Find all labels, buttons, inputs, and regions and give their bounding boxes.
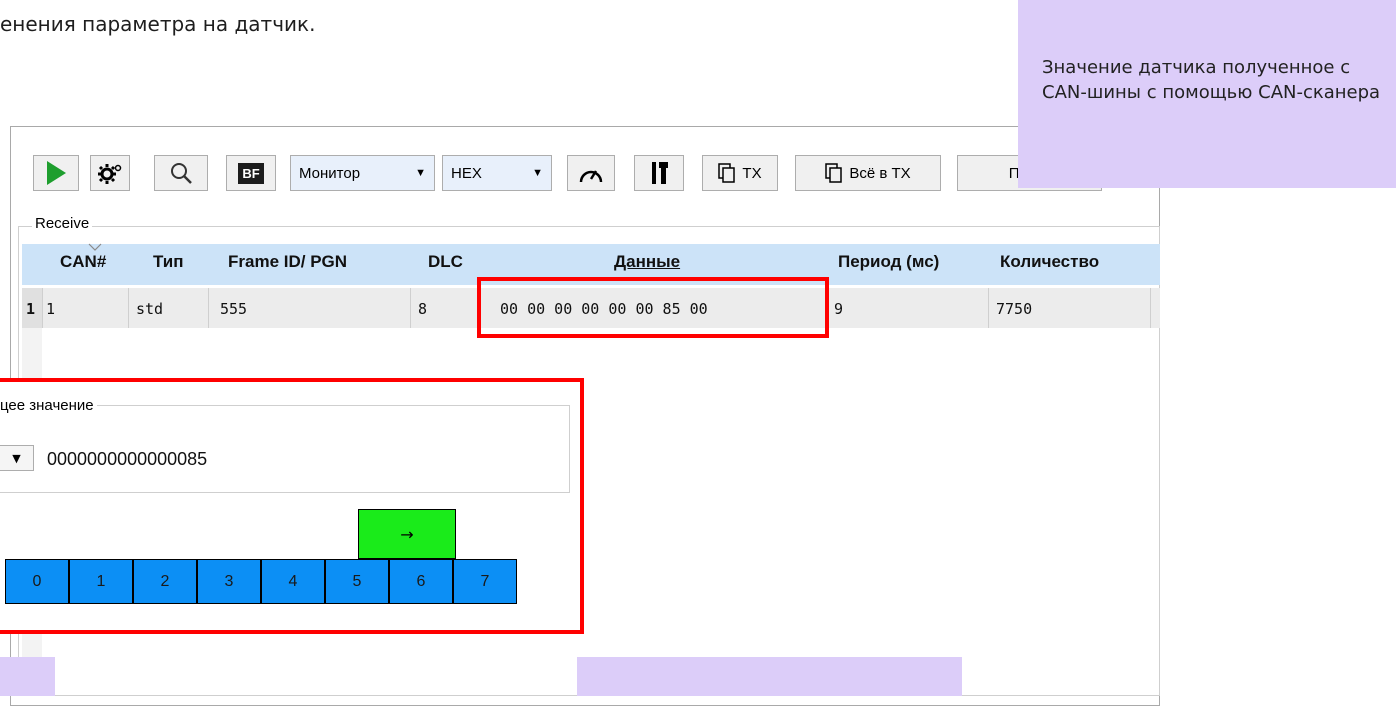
bf-icon: BF (238, 162, 264, 184)
format-select[interactable]: HEX ▼ (442, 155, 552, 191)
mode-select[interactable]: Монитор ▼ (290, 155, 435, 191)
callout-bottom-left (0, 657, 55, 696)
tx-label: TX (742, 164, 762, 182)
callout-bottom-center (577, 657, 962, 696)
bitfield-button[interactable]: BF (226, 155, 276, 191)
current-value-highlight (0, 378, 584, 634)
chevron-down-icon: ▼ (415, 167, 426, 179)
all-to-tx-button[interactable]: Всё в TX (795, 155, 941, 191)
col-header-dlc[interactable]: DLC (428, 252, 463, 272)
cell-count[interactable]: 7750 (996, 300, 1032, 318)
speedometer-icon (579, 170, 603, 183)
magnifier-icon (171, 163, 192, 184)
data-highlight (477, 277, 829, 338)
chevron-down-icon: ▼ (532, 167, 543, 179)
cell-can[interactable]: 1 (46, 300, 55, 318)
settings-button[interactable] (90, 155, 130, 191)
copy-icon (718, 163, 736, 183)
col-header-data[interactable]: Данные (614, 252, 680, 272)
tools-icon (652, 162, 668, 184)
col-header-type[interactable]: Тип (153, 252, 183, 272)
cell-frame-id[interactable]: 555 (220, 300, 247, 318)
copy-icon (825, 163, 843, 183)
speed-button[interactable] (567, 155, 615, 191)
search-button[interactable] (154, 155, 208, 191)
cell-type[interactable]: std (136, 300, 163, 318)
format-select-value: HEX (451, 164, 482, 182)
col-header-count[interactable]: Количество (1000, 252, 1099, 272)
col-header-frame-id[interactable]: Frame ID/ PGN (228, 252, 347, 272)
row-number: 1 (26, 300, 36, 318)
cell-dlc[interactable]: 8 (418, 300, 427, 318)
col-header-period[interactable]: Период (мс) (838, 252, 939, 272)
tx-button[interactable]: TX (702, 155, 778, 191)
sort-indicator-icon (88, 243, 102, 251)
callout-top-right-text: Значение датчика полученное с CAN-шины с… (1042, 57, 1381, 103)
receive-title: Receive (32, 215, 93, 232)
tools-button[interactable] (634, 155, 684, 191)
start-button[interactable] (33, 155, 79, 191)
mode-select-value: Монитор (299, 164, 361, 182)
callout-top-right: Значение датчика полученное с CAN-шины с… (1018, 0, 1396, 188)
all-to-tx-label: Всё в TX (849, 164, 911, 182)
cell-period[interactable]: 9 (834, 300, 843, 318)
gear-icon (98, 164, 122, 184)
col-header-can[interactable]: CAN# (60, 252, 106, 272)
play-icon (47, 161, 66, 185)
